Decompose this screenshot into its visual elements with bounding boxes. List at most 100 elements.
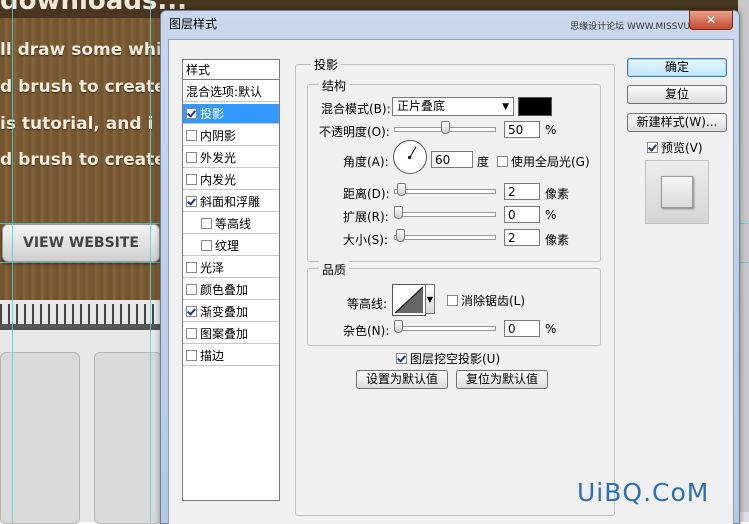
style-enable-checkbox[interactable] bbox=[186, 174, 197, 185]
style-enable-checkbox[interactable] bbox=[186, 284, 197, 295]
styles-list-item[interactable]: 图案叠加 bbox=[183, 324, 279, 344]
antialias-checkbox-box[interactable] bbox=[447, 295, 458, 306]
antialias-checkbox[interactable]: 消除锯齿(L) bbox=[447, 292, 525, 309]
ok-button[interactable]: 确定 bbox=[627, 58, 727, 77]
styles-list-item-label: 内发光 bbox=[200, 173, 237, 187]
close-button[interactable]: ✕ bbox=[689, 10, 733, 30]
style-enable-checkbox[interactable] bbox=[186, 262, 197, 273]
styles-list-item[interactable]: 渐变叠加 bbox=[183, 302, 279, 322]
styles-list-item-label: 内阴影 bbox=[200, 129, 237, 143]
distance-input[interactable]: 2 bbox=[504, 183, 540, 200]
reset-button[interactable]: 复位 bbox=[627, 85, 727, 104]
angle-dial-center bbox=[408, 156, 411, 159]
styles-list-item[interactable]: 光泽 bbox=[183, 258, 279, 278]
styles-list-item[interactable]: 外发光 bbox=[183, 148, 279, 168]
preview-checkbox-box[interactable] bbox=[647, 142, 658, 153]
angle-label: 角度(A): bbox=[343, 155, 389, 169]
shadow-color-swatch[interactable] bbox=[518, 97, 552, 116]
styles-list-item[interactable]: 内发光 bbox=[183, 170, 279, 190]
opacity-label: 不透明度(O): bbox=[319, 125, 390, 139]
global-light-checkbox-box[interactable] bbox=[497, 156, 508, 167]
spread-input[interactable]: 0 bbox=[504, 206, 540, 223]
styles-list-header: 样式 bbox=[183, 60, 279, 80]
dialog-client-area: 样式 混合选项:默认 投影内阴影外发光内发光斜面和浮雕等高线纹理光泽 颜色叠加渐变… bbox=[168, 39, 734, 524]
reset-default-button[interactable]: 复位为默认值 bbox=[456, 370, 548, 389]
chevron-down-icon: ▼ bbox=[502, 102, 509, 112]
make-default-button[interactable]: 设置为默认值 bbox=[356, 370, 448, 389]
distance-slider-thumb[interactable] bbox=[397, 183, 406, 196]
styles-list-item-label: 纹理 bbox=[215, 239, 240, 253]
background-heading: downloads... bbox=[0, 0, 188, 16]
drop-shadow-section-title: 投影 bbox=[311, 56, 342, 73]
spread-unit: % bbox=[545, 208, 557, 222]
noise-unit: % bbox=[545, 322, 557, 336]
styles-list-item[interactable]: 等高线 bbox=[183, 214, 279, 234]
background-text-line: is tutorial, and i wi bbox=[0, 114, 181, 134]
blend-mode-select[interactable]: 正片叠底 ▼ bbox=[392, 97, 514, 116]
quality-group-title: 品质 bbox=[319, 261, 350, 278]
size-label: 大小(S): bbox=[343, 233, 389, 247]
view-website-button: VIEW WEBSITE bbox=[2, 224, 160, 262]
knockout-checkbox[interactable]: 图层挖空投影(U) bbox=[396, 350, 500, 367]
style-enable-checkbox[interactable] bbox=[201, 240, 212, 251]
styles-list-item-label: 描边 bbox=[200, 349, 225, 363]
size-unit: 像素 bbox=[545, 233, 570, 247]
blend-mode-value: 正片叠底 bbox=[397, 99, 446, 113]
background-text-line: d brush to create t bbox=[0, 77, 180, 97]
style-enable-checkbox[interactable] bbox=[186, 130, 197, 141]
size-slider[interactable] bbox=[394, 235, 496, 240]
style-preview bbox=[645, 160, 709, 224]
styles-list-item[interactable]: 投影 bbox=[183, 104, 279, 124]
opacity-input[interactable]: 50 bbox=[504, 121, 540, 138]
spread-slider-thumb[interactable] bbox=[394, 206, 403, 219]
style-enable-checkbox[interactable] bbox=[186, 306, 197, 317]
antialias-label: 消除锯齿(L) bbox=[461, 294, 526, 308]
styles-list-item[interactable]: 内阴影 bbox=[183, 126, 279, 146]
new-style-button[interactable]: 新建样式(W)... bbox=[627, 113, 727, 132]
distance-label: 距离(D): bbox=[343, 187, 390, 201]
blend-mode-label: 混合模式(B): bbox=[321, 102, 391, 116]
style-enable-checkbox[interactable] bbox=[186, 108, 197, 119]
style-enable-checkbox[interactable] bbox=[186, 350, 197, 361]
background-text-line: ll draw some white bbox=[0, 40, 182, 60]
global-light-checkbox[interactable]: 使用全局光(G) bbox=[497, 153, 590, 170]
styles-list-item-label: 渐变叠加 bbox=[200, 305, 249, 319]
contour-dropdown-button[interactable]: ▼ bbox=[425, 284, 435, 314]
close-icon: ✕ bbox=[705, 13, 717, 27]
layer-style-dialog: 图层样式 思缘设计论坛 WWW.MISSVUAN.COM ✕ 样式 混合选项:默… bbox=[160, 10, 740, 524]
dialog-title: 图层样式 bbox=[169, 17, 218, 31]
styles-list-item-label: 斜面和浮雕 bbox=[200, 195, 261, 209]
distance-slider[interactable] bbox=[394, 189, 496, 194]
spread-label: 扩展(R): bbox=[343, 210, 389, 224]
opacity-unit: % bbox=[545, 123, 557, 137]
angle-dial[interactable] bbox=[393, 140, 427, 174]
contour-curve-icon bbox=[394, 286, 424, 314]
size-slider-thumb[interactable] bbox=[396, 229, 405, 242]
styles-list-item-label: 投影 bbox=[200, 107, 225, 121]
spread-slider[interactable] bbox=[394, 212, 496, 217]
size-input[interactable]: 2 bbox=[504, 229, 540, 246]
noise-input[interactable]: 0 bbox=[504, 320, 540, 337]
noise-slider-thumb[interactable] bbox=[394, 320, 403, 333]
opacity-slider-thumb[interactable] bbox=[441, 121, 450, 134]
contour-label: 等高线: bbox=[347, 297, 388, 311]
styles-list-item-blend-options[interactable]: 混合选项:默认 bbox=[183, 82, 279, 102]
distance-unit: 像素 bbox=[545, 187, 570, 201]
site-logo: UiBQ.CoM bbox=[577, 478, 710, 507]
styles-list-item[interactable]: 描边 bbox=[183, 346, 279, 366]
styles-list-item[interactable]: 斜面和浮雕 bbox=[183, 192, 279, 212]
styles-list-item[interactable]: 颜色叠加 bbox=[183, 280, 279, 300]
style-enable-checkbox[interactable] bbox=[186, 196, 197, 207]
style-enable-checkbox[interactable] bbox=[186, 152, 197, 163]
angle-input[interactable]: 60 bbox=[431, 151, 473, 168]
styles-list-item[interactable]: 纹理 bbox=[183, 236, 279, 256]
preview-label: 预览(V) bbox=[661, 141, 703, 155]
guide-line-vertical bbox=[150, 0, 151, 522]
knockout-checkbox-box[interactable] bbox=[396, 353, 407, 364]
background-text-line: d brush to create t bbox=[0, 150, 180, 170]
style-enable-checkbox[interactable] bbox=[186, 328, 197, 339]
noise-slider[interactable] bbox=[394, 326, 496, 331]
preview-checkbox[interactable]: 预览(V) bbox=[647, 139, 703, 156]
contour-picker[interactable] bbox=[392, 284, 426, 316]
style-enable-checkbox[interactable] bbox=[201, 218, 212, 229]
